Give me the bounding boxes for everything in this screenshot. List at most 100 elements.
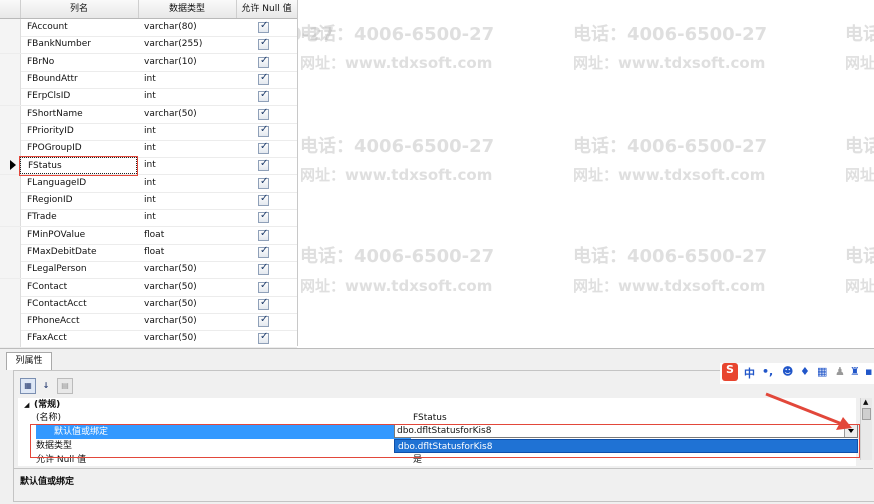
cell-data-type[interactable]: varchar(10) bbox=[144, 54, 234, 71]
collapse-triangle-icon[interactable]: ◢ bbox=[24, 398, 29, 412]
allow-null-checkbox[interactable]: ✓ bbox=[258, 37, 269, 51]
table-row[interactable]: FLanguageID int ✓ bbox=[0, 174, 297, 193]
microphone-icon[interactable]: ♦ bbox=[800, 365, 810, 378]
table-row[interactable]: FContactAcct varchar(50) ✓ bbox=[0, 295, 297, 314]
allow-null-checkbox[interactable]: ✓ bbox=[258, 297, 269, 310]
table-row[interactable]: FMinPOValue float ✓ bbox=[0, 226, 297, 245]
table-row[interactable]: FTrade int ✓ bbox=[0, 209, 297, 228]
cell-data-type[interactable]: int bbox=[144, 140, 234, 157]
cell-column-name[interactable]: FMinPOValue bbox=[27, 227, 135, 244]
cell-column-name[interactable]: FPhoneAcct bbox=[27, 313, 135, 330]
property-pages-icon[interactable]: ▤ bbox=[57, 378, 73, 394]
allow-null-checkbox[interactable]: ✓ bbox=[258, 55, 269, 68]
allow-null-checkbox[interactable]: ✓ bbox=[258, 331, 269, 345]
row-selector[interactable] bbox=[0, 330, 21, 348]
cell-data-type[interactable]: int bbox=[144, 71, 234, 88]
cell-column-name[interactable]: FPriorityID bbox=[27, 123, 135, 140]
property-group-general[interactable]: ◢ (常规) bbox=[18, 398, 856, 412]
table-row[interactable]: FLegalPerson varchar(50) ✓ bbox=[0, 261, 297, 280]
row-selector[interactable] bbox=[0, 140, 21, 158]
row-selector[interactable] bbox=[0, 88, 21, 106]
table-row[interactable]: FBrNo varchar(10) ✓ bbox=[0, 53, 297, 72]
cell-data-type[interactable]: float bbox=[144, 244, 234, 261]
row-selector[interactable] bbox=[0, 192, 21, 209]
allow-null-checkbox[interactable]: ✓ bbox=[258, 72, 269, 85]
cell-column-name[interactable]: FRegionID bbox=[27, 192, 135, 209]
row-selector[interactable] bbox=[0, 70, 21, 88]
allow-null-checkbox[interactable]: ✓ bbox=[258, 176, 269, 189]
scroll-up-icon[interactable]: ▲ bbox=[863, 398, 868, 406]
keyboard-icon[interactable]: ▦ bbox=[817, 365, 827, 378]
cell-column-name[interactable]: FMaxDebitDate bbox=[27, 244, 135, 261]
cell-data-type[interactable]: varchar(50) bbox=[144, 106, 234, 123]
allow-null-checkbox[interactable]: ✓ bbox=[258, 141, 269, 155]
toolbox-icon[interactable]: ▪ bbox=[865, 365, 872, 378]
ime-mode-toggle[interactable]: 中 bbox=[744, 365, 755, 381]
allow-null-checkbox[interactable]: ✓ bbox=[258, 89, 269, 103]
row-selector[interactable] bbox=[0, 226, 21, 244]
allow-null-checkbox[interactable]: ✓ bbox=[258, 193, 269, 206]
alphabetical-sort-icon[interactable]: ↓ bbox=[38, 378, 54, 394]
allow-null-checkbox[interactable]: ✓ bbox=[258, 314, 269, 328]
table-row[interactable]: FFaxAcct varchar(50) ✓ bbox=[0, 330, 297, 349]
allow-null-checkbox[interactable]: ✓ bbox=[258, 158, 269, 172]
cell-data-type[interactable]: varchar(80) bbox=[144, 19, 234, 36]
allow-null-checkbox[interactable]: ✓ bbox=[258, 280, 269, 293]
cell-column-name[interactable]: FTrade bbox=[27, 209, 135, 226]
table-row[interactable]: FShortName varchar(50) ✓ bbox=[0, 105, 297, 124]
cell-data-type[interactable]: int bbox=[144, 209, 234, 226]
allow-null-checkbox[interactable]: ✓ bbox=[258, 20, 269, 33]
cell-data-type[interactable]: int bbox=[144, 175, 234, 192]
cell-data-type[interactable]: int bbox=[144, 88, 234, 105]
cell-data-type[interactable]: float bbox=[144, 227, 234, 244]
table-row[interactable]: FRegionID int ✓ bbox=[0, 192, 297, 210]
header-column-name[interactable]: 列名 bbox=[20, 0, 139, 18]
skin-icon[interactable]: ♜ bbox=[850, 365, 860, 378]
cell-column-name[interactable]: FBankNumber bbox=[27, 36, 135, 53]
scroll-thumb[interactable] bbox=[862, 408, 871, 420]
row-selector[interactable] bbox=[0, 36, 21, 54]
table-row[interactable]: FAccount varchar(80) ✓ bbox=[0, 19, 297, 37]
row-selector[interactable] bbox=[0, 174, 21, 192]
cell-column-name[interactable]: FBoundAttr bbox=[27, 71, 135, 88]
cell-column-name[interactable]: FLanguageID bbox=[27, 175, 135, 192]
cell-data-type[interactable]: int bbox=[144, 192, 234, 209]
table-row[interactable]: FErpClsID int ✓ bbox=[0, 88, 297, 107]
table-row[interactable]: FBankNumber varchar(255) ✓ bbox=[0, 36, 297, 55]
table-row[interactable]: FBoundAttr int ✓ bbox=[0, 70, 297, 89]
cell-column-name[interactable]: FPOGroupID bbox=[27, 140, 135, 157]
allow-null-checkbox[interactable]: ✓ bbox=[258, 107, 269, 120]
categorized-sort-icon[interactable]: ▦ bbox=[20, 378, 36, 394]
row-selector[interactable] bbox=[0, 261, 21, 279]
cell-data-type[interactable]: varchar(50) bbox=[144, 330, 234, 347]
allow-null-checkbox[interactable]: ✓ bbox=[258, 124, 269, 137]
cell-data-type[interactable]: int bbox=[144, 157, 234, 174]
cell-column-name[interactable]: FContactAcct bbox=[27, 296, 135, 313]
property-row-name[interactable]: (名称) FStatus bbox=[18, 411, 856, 425]
cell-column-name[interactable]: FBrNo bbox=[27, 54, 135, 71]
cell-column-name[interactable]: FErpClsID bbox=[27, 88, 135, 105]
row-selector[interactable] bbox=[0, 278, 21, 296]
allow-null-checkbox[interactable]: ✓ bbox=[258, 228, 269, 241]
cell-data-type[interactable]: varchar(255) bbox=[144, 36, 234, 53]
header-allow-null[interactable]: 允许 Null 值 bbox=[236, 0, 297, 18]
tab-column-properties[interactable]: 列属性 bbox=[6, 352, 52, 370]
cell-data-type[interactable]: varchar(50) bbox=[144, 313, 234, 330]
sogou-logo-icon[interactable]: S bbox=[722, 363, 738, 381]
punctuation-icon[interactable]: •, bbox=[762, 365, 773, 378]
cell-column-name[interactable]: FAccount bbox=[27, 19, 135, 36]
table-row[interactable]: FPhoneAcct varchar(50) ✓ bbox=[0, 313, 297, 332]
table-row[interactable]: FMaxDebitDate float ✓ bbox=[0, 243, 297, 262]
row-selector[interactable] bbox=[0, 313, 21, 331]
cell-column-name[interactable]: FLegalPerson bbox=[27, 261, 135, 278]
allow-null-checkbox[interactable]: ✓ bbox=[258, 245, 269, 258]
user-icon[interactable]: ♟ bbox=[835, 365, 845, 378]
cell-data-type[interactable]: varchar(50) bbox=[144, 296, 234, 313]
row-selector[interactable] bbox=[0, 105, 21, 123]
cell-data-type[interactable]: varchar(50) bbox=[144, 261, 234, 278]
row-selector[interactable] bbox=[0, 295, 21, 313]
table-row[interactable]: FContact varchar(50) ✓ bbox=[0, 278, 297, 297]
table-row[interactable]: FPriorityID int ✓ bbox=[0, 122, 297, 141]
cell-column-name[interactable]: FFaxAcct bbox=[27, 330, 135, 347]
cell-data-type[interactable]: varchar(50) bbox=[144, 279, 234, 296]
